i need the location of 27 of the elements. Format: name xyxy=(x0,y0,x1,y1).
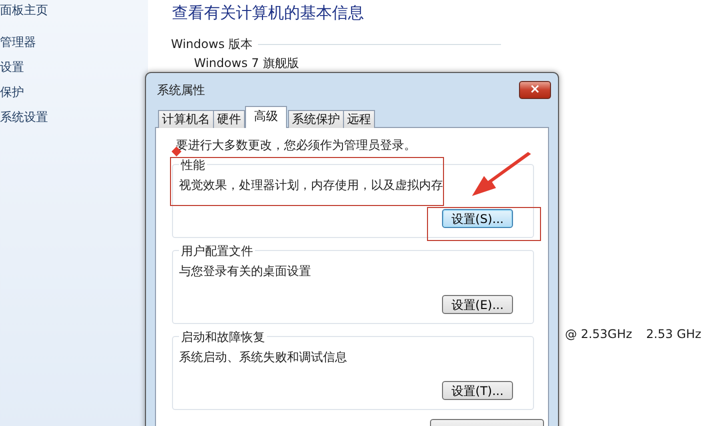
group-description: 系统启动、系统失败和调试信息 xyxy=(179,349,348,366)
group-title: 性能 xyxy=(179,156,207,174)
tab[interactable]: 系统保护 xyxy=(288,110,344,128)
sidebar-link[interactable]: 管理器 xyxy=(0,33,148,51)
close-button[interactable]: × xyxy=(519,80,551,98)
group-description: 视觉效果，处理器计划，内存使用，以及虚拟内存 xyxy=(179,177,444,194)
group-description: 与您登录有关的桌面设置 xyxy=(179,263,312,280)
page-title: 查看有关计算机的基本信息 xyxy=(172,2,364,24)
tab[interactable]: 高级 xyxy=(245,106,287,128)
group-title: 用户配置文件 xyxy=(179,242,255,260)
dialog-title: 系统属性 xyxy=(157,82,205,98)
settings-button[interactable]: 设置(E)... xyxy=(442,295,513,314)
sidebar-link[interactable]: 面板主页 xyxy=(0,1,148,19)
section-label: Windows 版本 xyxy=(171,36,252,53)
tab[interactable]: 远程 xyxy=(343,110,375,128)
processor-speed: @ 2.53GHz xyxy=(565,326,632,343)
settings-button[interactable]: 设置(T)... xyxy=(442,381,513,400)
tab[interactable]: 计算机名 xyxy=(158,110,214,128)
sidebar-link[interactable]: 保护 xyxy=(0,83,148,101)
sidebar-link[interactable]: 系统设置 xyxy=(0,108,148,126)
tab[interactable]: 硬件 xyxy=(213,110,245,128)
processor-speed: 2.53 GHz xyxy=(646,326,702,343)
notice-text: 要进行大多数更改，您必须作为管理员登录。 xyxy=(176,138,416,152)
group-title: 启动和故障恢复 xyxy=(179,328,267,346)
sidebar-link[interactable]: 设置 xyxy=(0,58,148,76)
edition-text: Windows 7 旗舰版 xyxy=(194,56,299,70)
settings-button[interactable]: 设置(S)... xyxy=(442,209,513,228)
